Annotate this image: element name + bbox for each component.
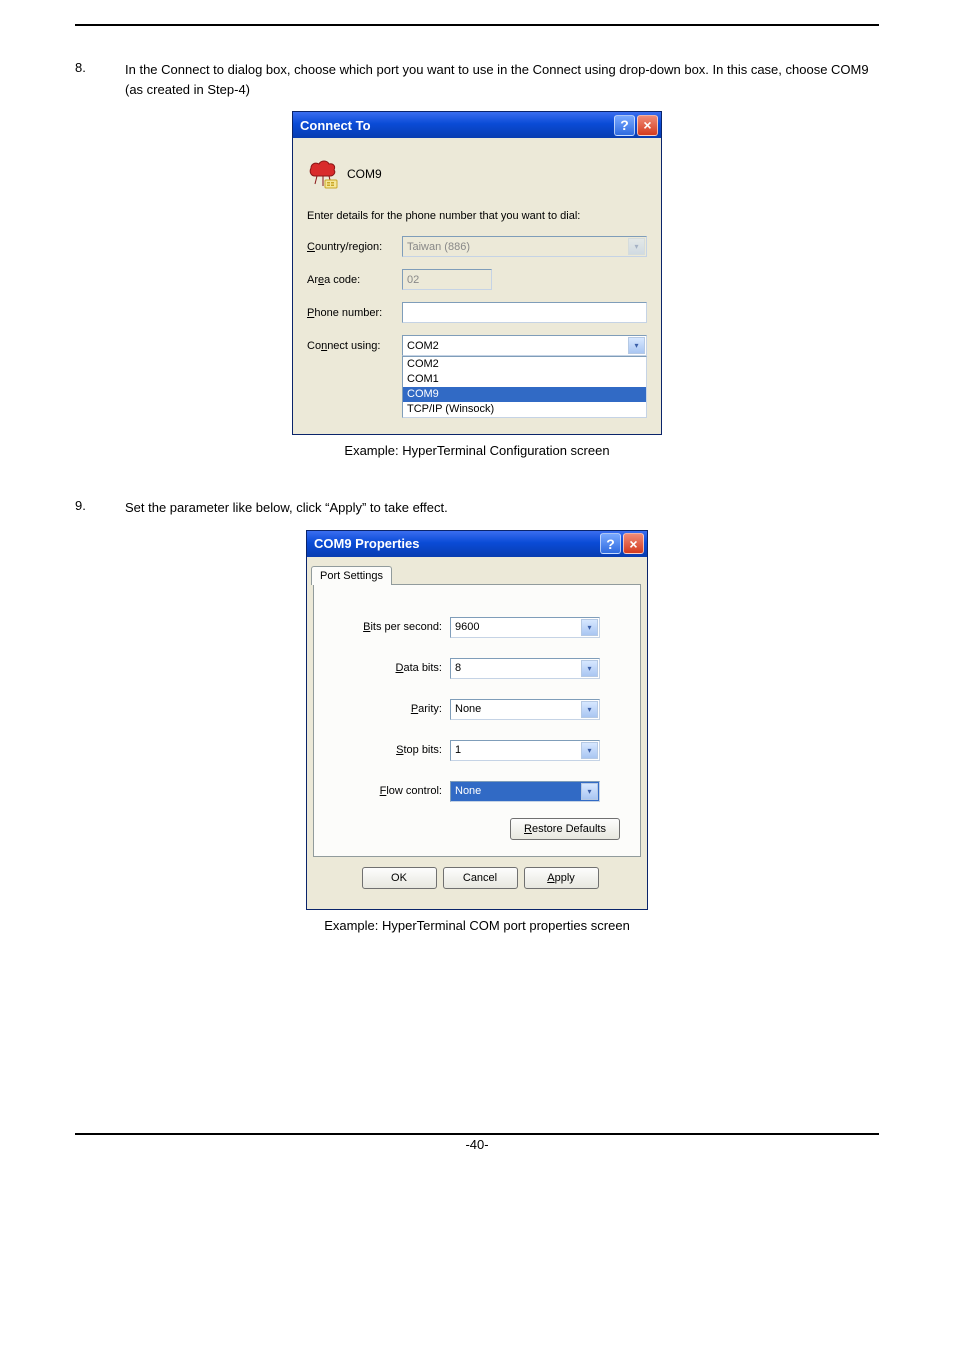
- top-rule: [75, 24, 879, 26]
- country-value: Taiwan (886): [407, 241, 470, 253]
- connection-name: COM9: [347, 167, 382, 181]
- bits-per-second-value: 9600: [455, 621, 479, 633]
- step-8-num: 8.: [75, 60, 125, 99]
- ok-button[interactable]: OK: [362, 867, 437, 889]
- page-number: -40-: [75, 1137, 879, 1152]
- stop-bits-label: Stop bits:: [330, 744, 450, 756]
- close-icon: ×: [643, 117, 651, 133]
- help-icon: ?: [620, 117, 629, 133]
- apply-button[interactable]: Apply: [524, 867, 599, 889]
- connect-using-value: COM2: [407, 340, 439, 352]
- bits-per-second-label: Bits per second:: [330, 621, 450, 633]
- dropdown-option[interactable]: COM2: [403, 357, 646, 372]
- connect-using-label: Connect using:: [307, 340, 402, 352]
- dropdown-option-selected[interactable]: COM9: [403, 387, 646, 402]
- chevron-down-icon[interactable]: ▾: [581, 701, 598, 718]
- step-9-text: Set the parameter like below, click “App…: [125, 498, 879, 518]
- data-bits-combo[interactable]: 8 ▾: [450, 658, 600, 679]
- chevron-down-icon[interactable]: ▾: [581, 619, 598, 636]
- data-bits-label: Data bits:: [330, 662, 450, 674]
- com-properties-dialog: COM9 Properties ? × Port Settings Bits p…: [306, 530, 648, 910]
- step-9-num: 9.: [75, 498, 125, 518]
- dropdown-option[interactable]: TCP/IP (Winsock): [403, 402, 646, 417]
- dropdown-option[interactable]: COM1: [403, 372, 646, 387]
- step-8-text: In the Connect to dialog box, choose whi…: [125, 60, 879, 99]
- close-button[interactable]: ×: [637, 115, 658, 136]
- area-code-value: 02: [407, 274, 419, 286]
- help-button[interactable]: ?: [614, 115, 635, 136]
- stop-bits-combo[interactable]: 1 ▾: [450, 740, 600, 761]
- phone-label: Phone number:: [307, 307, 402, 319]
- cancel-button[interactable]: Cancel: [443, 867, 518, 889]
- chevron-down-icon[interactable]: ▾: [581, 742, 598, 759]
- restore-defaults-button[interactable]: Restore Defaults: [510, 818, 620, 840]
- close-button[interactable]: ×: [623, 533, 644, 554]
- help-button[interactable]: ?: [600, 533, 621, 554]
- chevron-down-icon[interactable]: ▾: [581, 783, 598, 800]
- help-icon: ?: [606, 536, 615, 552]
- data-bits-value: 8: [455, 662, 461, 674]
- chevron-down-icon: ▾: [628, 238, 645, 255]
- caption-1: Example: HyperTerminal Configuration scr…: [75, 443, 879, 458]
- footer-rule: [75, 1133, 879, 1135]
- country-label: Country/region:: [307, 241, 402, 253]
- phone-input[interactable]: [402, 302, 647, 323]
- step-9: 9. Set the parameter like below, click “…: [75, 498, 879, 518]
- connection-icon: [307, 158, 339, 190]
- chevron-down-icon[interactable]: ▾: [581, 660, 598, 677]
- parity-combo[interactable]: None ▾: [450, 699, 600, 720]
- dialog-title: Connect To: [300, 118, 612, 133]
- step-8: 8. In the Connect to dialog box, choose …: [75, 60, 879, 99]
- connect-to-dialog: Connect To ? ×: [292, 111, 662, 435]
- flow-control-label: Flow control:: [330, 785, 450, 797]
- area-code-input: 02: [402, 269, 492, 290]
- connect-using-combo[interactable]: COM2 ▾: [402, 335, 647, 356]
- dialog-title: COM9 Properties: [314, 536, 598, 551]
- caption-2: Example: HyperTerminal COM port properti…: [75, 918, 879, 933]
- bits-per-second-combo[interactable]: 9600 ▾: [450, 617, 600, 638]
- flow-control-combo[interactable]: None ▾: [450, 781, 600, 802]
- stop-bits-value: 1: [455, 744, 461, 756]
- dialog-titlebar: COM9 Properties ? ×: [307, 531, 647, 557]
- close-icon: ×: [629, 536, 637, 552]
- connect-using-dropdown[interactable]: COM2 COM1 COM9 TCP/IP (Winsock): [402, 356, 647, 418]
- port-settings-panel: Bits per second: 9600 ▾ Data bits: 8 ▾: [313, 584, 641, 857]
- country-combo: Taiwan (886) ▾: [402, 236, 647, 257]
- parity-label: Parity:: [330, 703, 450, 715]
- area-code-label: Area code:: [307, 274, 402, 286]
- chevron-down-icon[interactable]: ▾: [628, 337, 645, 354]
- port-settings-tab[interactable]: Port Settings: [311, 566, 392, 585]
- dialog-titlebar: Connect To ? ×: [293, 112, 661, 138]
- parity-value: None: [455, 703, 481, 715]
- flow-control-value: None: [455, 785, 481, 797]
- dialog-prompt: Enter details for the phone number that …: [307, 210, 647, 222]
